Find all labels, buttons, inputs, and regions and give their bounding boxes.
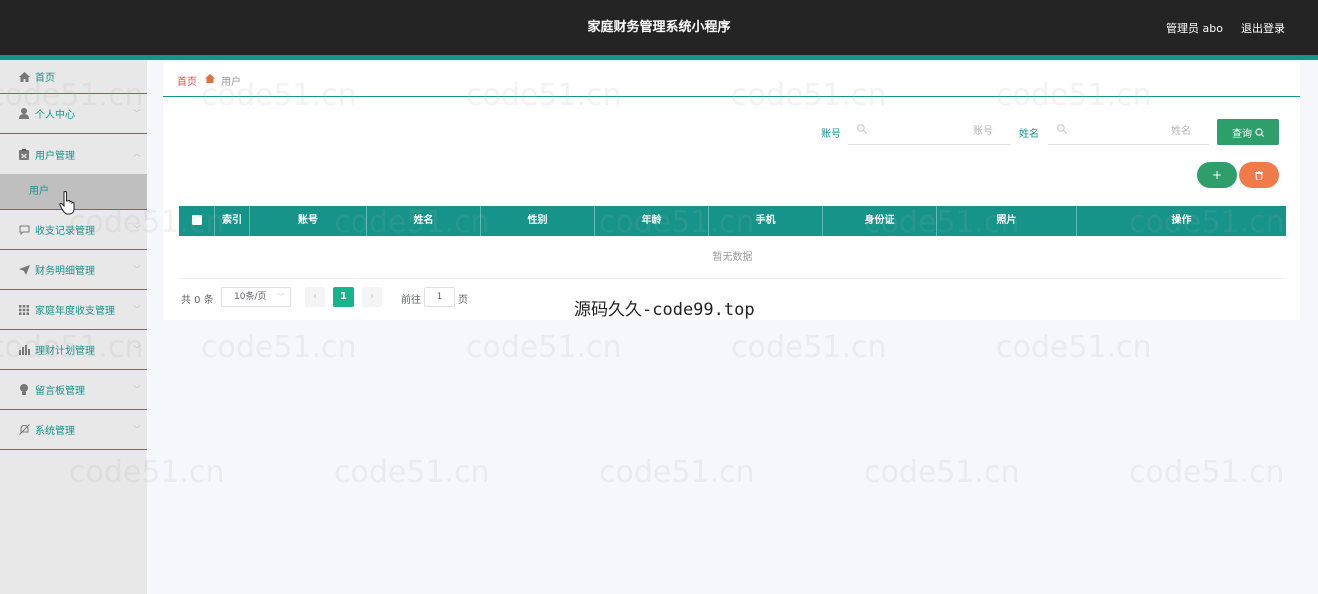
goto-page-input[interactable] bbox=[424, 287, 455, 307]
next-page-button[interactable]: › bbox=[362, 287, 382, 307]
bell-off-icon bbox=[18, 424, 30, 436]
admin-user-label: 管理员 abo bbox=[1166, 22, 1223, 35]
goto-label: 前往 bbox=[401, 295, 421, 306]
column-header-gender: 性别 bbox=[481, 206, 595, 236]
sidebar-item-label: 财务明细管理 bbox=[35, 266, 95, 277]
sidebar-item-label: 理财计划管理 bbox=[35, 346, 95, 357]
app-title: 家庭财务管理系统小程序 bbox=[587, 20, 731, 35]
sidebar-item-wealth-plan[interactable]: 理财计划管理 ﹀ bbox=[0, 330, 147, 370]
home-icon bbox=[18, 71, 30, 83]
bulb-icon bbox=[18, 384, 30, 396]
site-watermark: code51.cn bbox=[1129, 455, 1285, 490]
page-suffix-label: 页 bbox=[458, 295, 468, 306]
site-watermark: code51.cn bbox=[201, 330, 357, 365]
trash-icon bbox=[1255, 170, 1263, 180]
clipboard-icon bbox=[18, 148, 30, 160]
bar-chart-icon bbox=[18, 344, 30, 356]
account-search-field bbox=[848, 117, 1011, 145]
chevron-up-icon: ︿ bbox=[133, 149, 141, 158]
top-bar-accent-line bbox=[0, 55, 1318, 60]
column-header-name: 姓名 bbox=[367, 206, 481, 236]
chevron-down-icon: ﹀ bbox=[133, 109, 141, 118]
page-size-value: 10条/页 bbox=[234, 292, 267, 302]
logout-link[interactable]: 退出登录 bbox=[1241, 20, 1285, 36]
sidebar-item-label: 收支记录管理 bbox=[35, 226, 95, 237]
select-all-cell[interactable] bbox=[179, 206, 215, 236]
sidebar-item-income-expense-records[interactable]: 收支记录管理 ﹀ bbox=[0, 210, 147, 250]
chevron-down-icon: ﹀ bbox=[133, 345, 141, 354]
current-page-button[interactable]: 1 bbox=[333, 287, 354, 307]
chevron-down-icon: ﹀ bbox=[133, 305, 141, 314]
site-watermark: code51.cn bbox=[466, 330, 622, 365]
column-header-actions: 操作 bbox=[1171, 215, 1192, 226]
chevron-down-icon: ﹀ bbox=[133, 225, 141, 234]
delete-button[interactable] bbox=[1239, 162, 1279, 188]
search-icon bbox=[1255, 127, 1264, 137]
column-header-index: 索引 bbox=[215, 206, 250, 236]
sidebar-item-user-management[interactable]: 用户管理 ︿ bbox=[0, 134, 147, 174]
page-size-select[interactable]: 10条/页 ﹀ bbox=[221, 287, 291, 307]
pagination-total: 共 0 条 bbox=[181, 295, 214, 306]
breadcrumb-current: 用户 bbox=[221, 77, 241, 88]
table-header: 索引 账号 姓名 性别 年龄 手机 身份证 照片 操作 bbox=[179, 206, 1286, 236]
grid-icon bbox=[18, 304, 30, 316]
search-icon bbox=[1057, 124, 1067, 134]
account-label: 账号 bbox=[821, 129, 841, 140]
sidebar-item-label: 系统管理 bbox=[35, 426, 75, 437]
account-search-input[interactable] bbox=[872, 123, 993, 139]
send-icon bbox=[18, 264, 30, 276]
chevron-down-icon: ﹀ bbox=[133, 385, 141, 394]
add-button[interactable]: + bbox=[1197, 162, 1237, 188]
comment-icon bbox=[18, 224, 30, 236]
home-icon bbox=[205, 74, 215, 83]
select-all-checkbox[interactable] bbox=[191, 215, 202, 225]
sidebar-item-label: 个人中心 bbox=[35, 110, 75, 121]
sidebar-item-label: 留言板管理 bbox=[35, 386, 85, 397]
column-header-id-card: 身份证 bbox=[823, 206, 937, 236]
sidebar-item-annual-family-budget[interactable]: 家庭年度收支管理 ﹀ bbox=[0, 290, 147, 330]
sidebar-item-system-management[interactable]: 系统管理 ﹀ bbox=[0, 410, 147, 450]
column-header-account: 账号 bbox=[250, 206, 367, 236]
name-search-input[interactable] bbox=[1072, 123, 1191, 139]
prev-page-button[interactable]: ‹ bbox=[305, 287, 325, 307]
site-watermark: code51.cn bbox=[996, 330, 1152, 365]
chevron-right-icon: › bbox=[370, 291, 374, 302]
column-header-age: 年龄 bbox=[595, 206, 709, 236]
sidebar-item-label: 用户管理 bbox=[35, 150, 75, 162]
chevron-left-icon: ‹ bbox=[313, 291, 317, 302]
site-watermark: code51.cn bbox=[334, 455, 490, 490]
hand-cursor-icon bbox=[59, 191, 77, 215]
name-label: 姓名 bbox=[1019, 129, 1039, 140]
sidebar: 首页 个人中心 ﹀ 用户管理 ︿ 用户 收支记录管理 ﹀ 财务明细管理 ﹀ 家庭… bbox=[0, 60, 147, 594]
breadcrumb-home[interactable]: 首页 bbox=[177, 73, 197, 88]
sidebar-item-finance-details[interactable]: 财务明细管理 ﹀ bbox=[0, 250, 147, 290]
site-watermark: code51.cn bbox=[731, 330, 887, 365]
site-watermark: code51.cn bbox=[599, 455, 755, 490]
user-icon bbox=[18, 108, 30, 120]
site-watermark: code51.cn bbox=[864, 455, 1020, 490]
table-empty-text: 暂无数据 bbox=[179, 236, 1286, 279]
query-button-label: 查询 bbox=[1232, 128, 1252, 140]
column-header-photo: 照片 bbox=[937, 206, 1077, 236]
name-search-field bbox=[1048, 117, 1209, 145]
source-watermark: 源码久久-code99.top bbox=[574, 300, 755, 320]
chevron-down-icon: ﹀ bbox=[277, 293, 284, 301]
column-header-phone: 手机 bbox=[709, 206, 823, 236]
search-icon bbox=[857, 124, 867, 134]
breadcrumb-divider bbox=[163, 96, 1300, 97]
query-button[interactable]: 查询 bbox=[1217, 119, 1279, 145]
sidebar-item-label: 首页 bbox=[35, 73, 55, 84]
sidebar-item-home[interactable]: 首页 bbox=[0, 60, 147, 94]
chevron-down-icon: ﹀ bbox=[133, 425, 141, 434]
sidebar-item-message-board[interactable]: 留言板管理 ﹀ bbox=[0, 370, 147, 410]
content-panel bbox=[163, 63, 1300, 320]
sidebar-item-profile[interactable]: 个人中心 ﹀ bbox=[0, 94, 147, 134]
chevron-down-icon: ﹀ bbox=[133, 265, 141, 274]
sidebar-item-label: 家庭年度收支管理 bbox=[35, 306, 115, 317]
